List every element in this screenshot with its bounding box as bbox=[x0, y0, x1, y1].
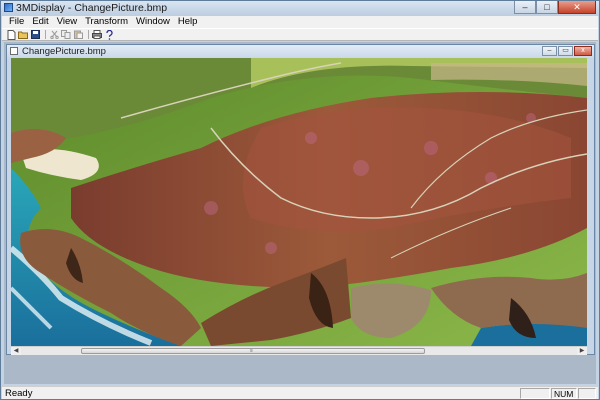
status-pane-scroll bbox=[578, 388, 596, 399]
child-window-controls: – ▭ x bbox=[541, 46, 592, 56]
scroll-right-arrow-icon[interactable]: ▶ bbox=[577, 347, 587, 355]
document-icon bbox=[10, 47, 18, 55]
mdi-client-area: ChangePicture.bmp – ▭ x ◀ ≡ ▶ bbox=[4, 42, 596, 384]
save-icon[interactable] bbox=[30, 30, 40, 40]
menu-transform[interactable]: Transform bbox=[81, 16, 132, 28]
aerial-coast-picture bbox=[11, 58, 587, 346]
menu-window[interactable]: Window bbox=[132, 16, 174, 28]
child-title: ChangePicture.bmp bbox=[22, 46, 106, 57]
scrollbar-grip-icon: ≡ bbox=[250, 348, 253, 354]
child-titlebar[interactable]: ChangePicture.bmp – ▭ x bbox=[7, 45, 594, 58]
status-bar: Ready NUM bbox=[2, 386, 598, 399]
cut-icon[interactable] bbox=[49, 30, 59, 40]
menu-file[interactable]: File bbox=[5, 16, 28, 28]
menu-view[interactable]: View bbox=[53, 16, 81, 28]
image-canvas[interactable] bbox=[11, 58, 587, 346]
minimize-button[interactable]: – bbox=[514, 1, 536, 14]
open-folder-icon[interactable] bbox=[18, 30, 28, 40]
app-icon bbox=[4, 3, 13, 12]
copy-icon[interactable] bbox=[61, 30, 71, 40]
child-restore-button[interactable]: ▭ bbox=[558, 46, 573, 56]
window-controls: – □ ✕ bbox=[514, 1, 596, 15]
child-minimize-button[interactable]: – bbox=[542, 46, 557, 56]
status-pane-caps bbox=[520, 388, 550, 399]
menu-edit[interactable]: Edit bbox=[28, 16, 52, 28]
menu-help[interactable]: Help bbox=[174, 16, 202, 28]
horizontal-scrollbar[interactable]: ◀ ≡ ▶ bbox=[11, 346, 587, 355]
app-title: 3MDisplay - ChangePicture.bmp bbox=[16, 2, 168, 14]
print-icon[interactable] bbox=[92, 30, 102, 40]
close-button[interactable]: ✕ bbox=[558, 1, 596, 14]
toolbar-separator bbox=[88, 30, 89, 39]
image-document-window: ChangePicture.bmp – ▭ x ◀ ≡ ▶ bbox=[6, 44, 595, 355]
app-window: 3MDisplay - ChangePicture.bmp – □ ✕ File… bbox=[0, 0, 600, 400]
help-icon[interactable] bbox=[104, 29, 114, 40]
child-close-button[interactable]: x bbox=[574, 46, 592, 56]
toolbar bbox=[2, 28, 598, 41]
menu-bar: File Edit View Transform Window Help bbox=[2, 16, 598, 28]
maximize-button[interactable]: □ bbox=[536, 1, 558, 14]
status-text: Ready bbox=[5, 388, 33, 399]
scrollbar-thumb[interactable]: ≡ bbox=[81, 348, 425, 354]
toolbar-separator bbox=[45, 30, 46, 39]
new-file-icon[interactable] bbox=[6, 29, 16, 40]
status-pane-num: NUM bbox=[551, 388, 577, 399]
paste-icon[interactable] bbox=[73, 30, 83, 40]
app-titlebar[interactable]: 3MDisplay - ChangePicture.bmp – □ ✕ bbox=[1, 1, 599, 16]
scroll-left-arrow-icon[interactable]: ◀ bbox=[11, 347, 21, 355]
